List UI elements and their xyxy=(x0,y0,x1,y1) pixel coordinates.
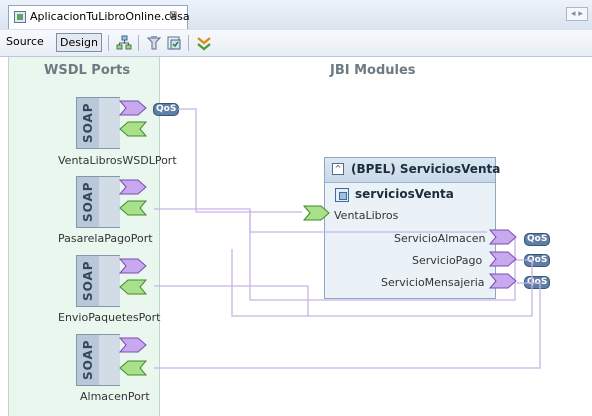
consume-arrow-icon[interactable] xyxy=(488,229,517,245)
provide-arrow-icon[interactable] xyxy=(118,100,147,116)
provide-arrow-icon[interactable] xyxy=(302,205,330,221)
provide-arrow-icon[interactable] xyxy=(118,258,147,274)
casa-editor-window: AplicacionTuLibroOnline.casa ⊠ ◂ ▸ Sourc… xyxy=(0,0,592,416)
connection-layer xyxy=(118,100,541,376)
consume-arrow-icon[interactable] xyxy=(119,360,148,376)
consume-arrow-icon[interactable] xyxy=(488,251,517,267)
consume-arrow-icon[interactable] xyxy=(488,273,517,289)
consume-arrow-icon[interactable] xyxy=(119,279,148,295)
consume-arrow-icon[interactable] xyxy=(119,121,148,137)
provide-arrow-icon[interactable] xyxy=(118,179,147,195)
connection-lines[interactable] xyxy=(154,108,541,369)
provide-arrow-icon[interactable] xyxy=(118,337,147,353)
consume-arrow-icon[interactable] xyxy=(119,200,148,216)
